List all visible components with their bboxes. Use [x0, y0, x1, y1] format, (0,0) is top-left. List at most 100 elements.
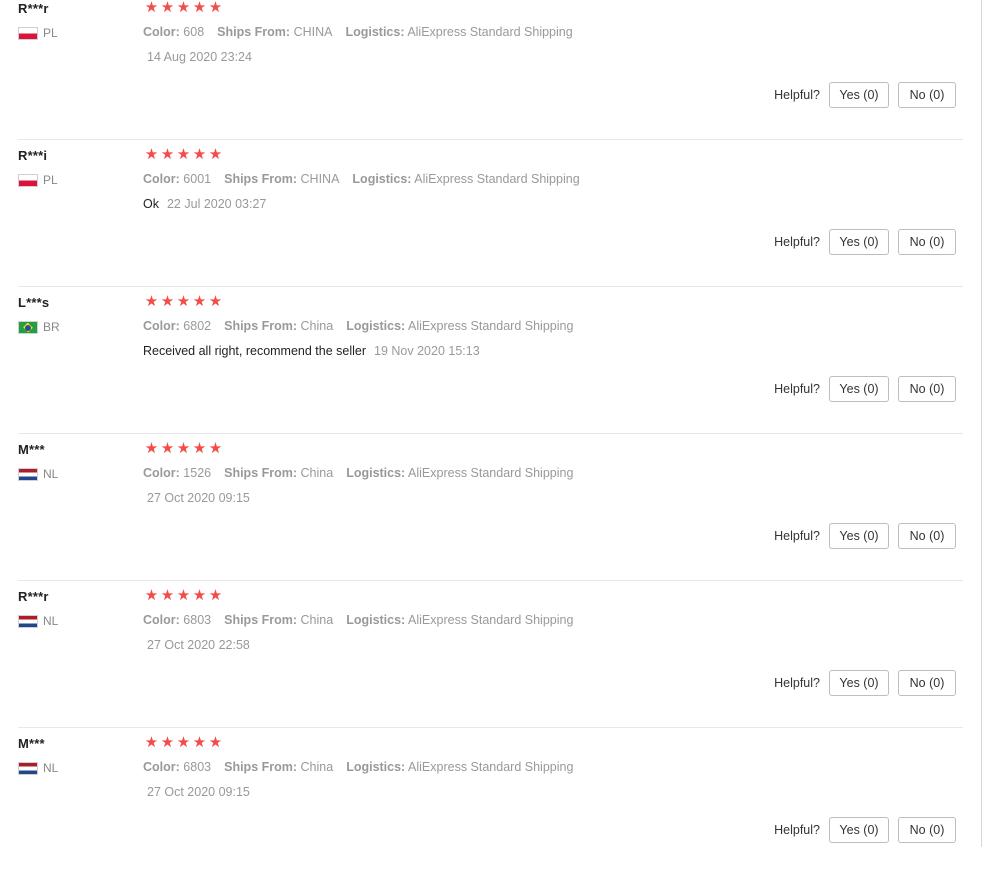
- order-info: Color: 6802 Ships From: China Logistics: A…: [143, 319, 586, 333]
- helpful-no-button[interactable]: No (0): [898, 229, 956, 255]
- logistics-label: Logistics:: [346, 760, 406, 774]
- star-icon: ★: [176, 733, 191, 751]
- country-flag-icon: [18, 761, 38, 775]
- star-icon: ★: [176, 439, 191, 457]
- helpful-vote: Helpful? Yes (0) No (0): [774, 670, 956, 696]
- helpful-yes-button[interactable]: Yes (0): [829, 817, 889, 843]
- country-flag-icon: [18, 614, 38, 628]
- logistics-label: Logistics:: [346, 466, 406, 480]
- logistics-label: Logistics:: [352, 172, 412, 186]
- star-rating: ★ ★ ★ ★ ★: [144, 440, 223, 456]
- review-text: Ok: [143, 197, 159, 211]
- star-icon: ★: [208, 586, 223, 604]
- review-content: 27 Oct 2020 09:15: [143, 491, 250, 505]
- ships-from-label: Ships From:: [224, 613, 298, 627]
- reviewer-country: PL: [18, 173, 58, 187]
- helpful-no-button[interactable]: No (0): [898, 523, 956, 549]
- helpful-label: Helpful?: [774, 88, 820, 102]
- logistics-property: Logistics: AliExpress Standard Shipping: [346, 466, 573, 480]
- country-flag-icon: [18, 26, 38, 40]
- reviewer-name: R***r: [18, 1, 49, 16]
- color-label: Color:: [143, 613, 180, 627]
- country-code: NL: [43, 761, 59, 775]
- logistics-property: Logistics: AliExpress Standard Shipping: [346, 613, 573, 627]
- reviewer-name: L***s: [18, 295, 50, 310]
- feedback-list: R***r PL ★ ★ ★ ★ ★ Color: 608 Ships From: CHI…: [0, 0, 963, 875]
- logistics-property: Logistics: AliExpress Standard Shipping: [345, 25, 572, 39]
- review-item: L***s BR ★ ★ ★ ★ ★ Color: 6802 Ships From: Ch…: [18, 287, 963, 434]
- star-icon: ★: [176, 0, 191, 16]
- reviewer-country: BR: [18, 320, 60, 334]
- helpful-label: Helpful?: [774, 676, 820, 690]
- color-label: Color:: [143, 25, 180, 39]
- star-rating: ★ ★ ★ ★ ★: [144, 734, 223, 750]
- star-icon: ★: [144, 292, 159, 310]
- order-info: Color: 1526 Ships From: China Logistics: A…: [143, 466, 586, 480]
- ships-from-property: Ships From: CHINA: [217, 25, 332, 39]
- star-icon: ★: [144, 586, 159, 604]
- logistics-value: AliExpress Standard Shipping: [408, 466, 574, 480]
- color-label: Color:: [143, 172, 180, 186]
- logistics-label: Logistics:: [345, 25, 405, 39]
- color-label: Color:: [143, 760, 180, 774]
- helpful-yes-button[interactable]: Yes (0): [829, 376, 889, 402]
- reviewer-country: NL: [18, 614, 58, 628]
- reviewer-name: M***: [18, 736, 45, 751]
- helpful-label: Helpful?: [774, 382, 820, 396]
- country-code: BR: [43, 320, 60, 334]
- helpful-yes-button[interactable]: Yes (0): [829, 523, 889, 549]
- helpful-vote: Helpful? Yes (0) No (0): [774, 229, 956, 255]
- helpful-label: Helpful?: [774, 529, 820, 543]
- logistics-property: Logistics: AliExpress Standard Shipping: [346, 319, 573, 333]
- review-date: 27 Oct 2020 09:15: [147, 785, 250, 799]
- order-info: Color: 6001 Ships From: CHINA Logistics: A…: [143, 172, 593, 186]
- ships-from-property: Ships From: China: [224, 760, 333, 774]
- helpful-no-button[interactable]: No (0): [898, 670, 956, 696]
- star-rating: ★ ★ ★ ★ ★: [144, 587, 223, 603]
- review-item: M*** NL ★ ★ ★ ★ ★ Color: 6803 Ships From: Chi…: [18, 728, 963, 875]
- ships-from-property: Ships From: China: [224, 466, 333, 480]
- star-icon: ★: [160, 145, 175, 163]
- star-rating: ★ ★ ★ ★ ★: [144, 293, 223, 309]
- helpful-yes-button[interactable]: Yes (0): [829, 82, 889, 108]
- review-content: Received all right, recommend the seller…: [143, 344, 480, 358]
- color-property: Color: 6803: [143, 613, 211, 627]
- color-value: 1526: [183, 466, 212, 480]
- review-content: 27 Oct 2020 09:15: [143, 785, 250, 799]
- helpful-label: Helpful?: [774, 235, 820, 249]
- review-item: R***r PL ★ ★ ★ ★ ★ Color: 608 Ships From: CHI…: [18, 0, 963, 140]
- color-property: Color: 6803: [143, 760, 211, 774]
- star-rating: ★ ★ ★ ★ ★: [144, 0, 223, 15]
- color-label: Color:: [143, 319, 180, 333]
- ships-from-value: CHINA: [293, 25, 333, 39]
- ships-from-label: Ships From:: [224, 760, 298, 774]
- star-icon: ★: [144, 145, 159, 163]
- ships-from-value: China: [300, 760, 334, 774]
- logistics-value: AliExpress Standard Shipping: [408, 760, 574, 774]
- helpful-yes-button[interactable]: Yes (0): [829, 229, 889, 255]
- flag-globe-shape: [25, 324, 31, 331]
- ships-from-label: Ships From:: [224, 466, 298, 480]
- helpful-yes-button[interactable]: Yes (0): [829, 670, 889, 696]
- star-icon: ★: [160, 0, 175, 16]
- country-flag-icon: [18, 320, 38, 334]
- color-property: Color: 6001: [143, 172, 211, 186]
- star-icon: ★: [144, 439, 159, 457]
- helpful-no-button[interactable]: No (0): [898, 82, 956, 108]
- helpful-no-button[interactable]: No (0): [898, 376, 956, 402]
- ships-from-label: Ships From:: [217, 25, 291, 39]
- star-icon: ★: [192, 292, 207, 310]
- helpful-no-button[interactable]: No (0): [898, 817, 956, 843]
- review-date: 19 Nov 2020 15:13: [374, 344, 480, 358]
- star-icon: ★: [160, 292, 175, 310]
- star-icon: ★: [176, 292, 191, 310]
- ships-from-property: Ships From: CHINA: [224, 172, 339, 186]
- star-icon: ★: [192, 145, 207, 163]
- color-value: 6802: [183, 319, 212, 333]
- helpful-vote: Helpful? Yes (0) No (0): [774, 82, 956, 108]
- star-icon: ★: [208, 0, 223, 16]
- country-code: NL: [43, 467, 59, 481]
- star-icon: ★: [208, 145, 223, 163]
- star-icon: ★: [192, 439, 207, 457]
- review-item: R***r NL ★ ★ ★ ★ ★ Color: 6803 Ships From: Ch…: [18, 581, 963, 728]
